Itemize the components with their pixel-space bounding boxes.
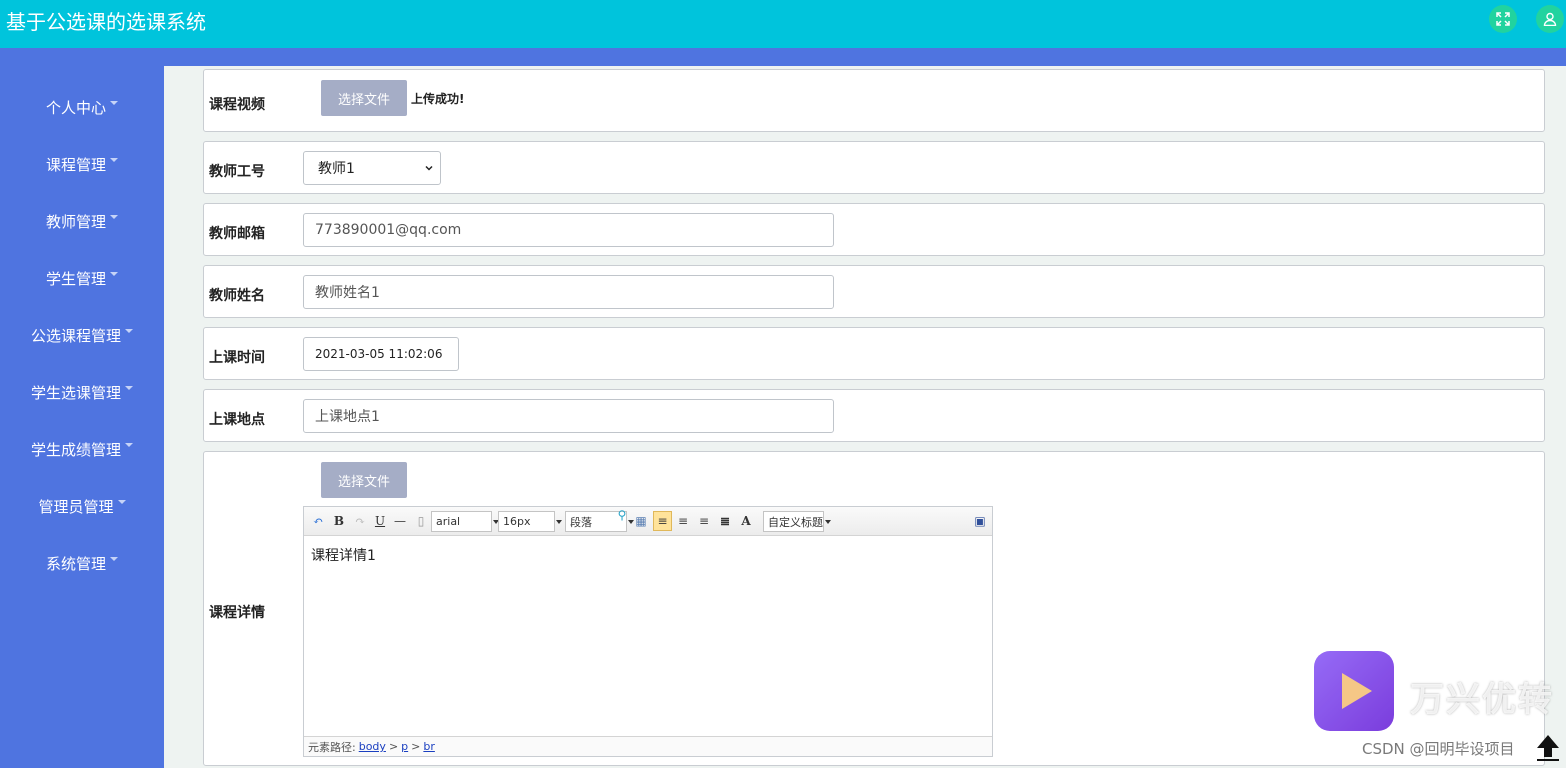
- play-icon: [1342, 673, 1372, 709]
- fullscreen-icon: [1496, 12, 1510, 26]
- back-to-top-icon[interactable]: [1534, 732, 1562, 762]
- font-size-select[interactable]: 16px: [498, 511, 562, 532]
- form-row-class-place: 上课地点 上课地点1: [203, 389, 1545, 442]
- font-size-value: 16px: [503, 515, 531, 528]
- sidebar-item-course-management[interactable]: 课程管理: [0, 144, 164, 184]
- path-link-p[interactable]: p: [401, 740, 408, 753]
- caret-down-icon: [125, 329, 133, 333]
- user-icon: [1543, 12, 1557, 26]
- sidebar-item-label: 教师管理: [45, 212, 106, 231]
- class-time-input[interactable]: 2021-03-05 11:02:06: [303, 337, 459, 371]
- align-justify-icon[interactable]: ≣: [717, 513, 733, 529]
- teacher-id-selected: 教师1: [318, 161, 355, 177]
- editor-element-path: 元素路径: body > p > br: [304, 736, 992, 756]
- underline-icon[interactable]: U: [372, 513, 388, 529]
- path-link-body[interactable]: body: [359, 740, 386, 753]
- caret-down-icon: [125, 443, 133, 447]
- sidebar-item-label: 课程管理: [45, 155, 106, 174]
- editor-content[interactable]: 课程详情1: [311, 545, 376, 565]
- class-time-label: 上课时间: [209, 350, 265, 366]
- sidebar-item-label: 个人中心: [45, 98, 106, 117]
- sidebar-item-student-management[interactable]: 学生管理: [0, 258, 164, 298]
- horizontal-rule-icon[interactable]: —: [392, 513, 408, 529]
- course-video-label: 课程视频: [209, 97, 265, 113]
- dropdown-arrow-icon: [556, 520, 562, 524]
- teacher-id-select[interactable]: 教师1: [303, 151, 441, 185]
- watermark-brand: 万兴优转: [1410, 680, 1554, 720]
- caret-down-icon: [125, 386, 133, 390]
- caret-down-icon: [110, 272, 118, 276]
- form-row-teacher-email: 教师邮箱 773890001@qq.com: [203, 203, 1545, 256]
- app-title: 基于公选课的选课系统: [6, 10, 206, 34]
- sidebar-item-label: 公选课程管理: [30, 326, 121, 345]
- search-replace-icon[interactable]: ⚲: [614, 507, 630, 523]
- watermark-logo: [1314, 651, 1394, 731]
- align-center-icon[interactable]: ≡: [696, 513, 712, 529]
- sidebar-item-label: 管理员管理: [38, 497, 114, 516]
- align-left-icon[interactable]: ≡: [653, 511, 672, 531]
- sidebar-item-label: 学生管理: [45, 269, 106, 288]
- sidebar-item-system-management[interactable]: 系统管理: [0, 543, 164, 583]
- user-button[interactable]: [1536, 5, 1564, 33]
- paragraph-value: 段落: [570, 515, 592, 529]
- font-family-value: arial: [436, 515, 461, 528]
- form-row-class-time: 上课时间 2021-03-05 11:02:06: [203, 327, 1545, 380]
- custom-title-value: 自定义标题: [768, 515, 823, 529]
- class-place-label: 上课地点: [209, 412, 265, 428]
- fullscreen-button[interactable]: [1489, 5, 1517, 33]
- upload-status: 上传成功!: [411, 92, 465, 106]
- table-icon[interactable]: ▦: [633, 513, 649, 529]
- element-path-label: 元素路径:: [308, 740, 356, 754]
- video-file-button[interactable]: 选择文件: [321, 80, 407, 116]
- font-color-icon[interactable]: A: [738, 513, 754, 529]
- sidebar-item-elective-course-management[interactable]: 公选课程管理: [0, 315, 164, 355]
- sidebar: 个人中心 课程管理 教师管理 学生管理 公选课程管理 学生选课管理 学生成绩管理…: [0, 48, 164, 768]
- rich-text-editor: ↶ B ↷ U — ▯ arial 16px 段落 ⚲ ▦ ≡ ≡ ≡ ≣ A …: [303, 506, 993, 757]
- teacher-name-label: 教师姓名: [209, 288, 265, 304]
- content-header-strip: [164, 48, 1566, 66]
- teacher-email-input[interactable]: 773890001@qq.com: [303, 213, 834, 247]
- form-row-course-video: 课程视频 选择文件 上传成功!: [203, 69, 1545, 132]
- redo-icon[interactable]: ↷: [352, 513, 368, 529]
- form-row-teacher-name: 教师姓名 教师姓名1: [203, 265, 1545, 318]
- page-icon[interactable]: ▯: [413, 513, 429, 529]
- sidebar-item-label: 系统管理: [45, 554, 106, 573]
- details-file-button[interactable]: 选择文件: [321, 462, 407, 498]
- caret-down-icon: [110, 215, 118, 219]
- path-separator: >: [388, 740, 399, 753]
- font-family-select[interactable]: arial: [431, 511, 499, 532]
- sidebar-item-personal-center[interactable]: 个人中心: [0, 87, 164, 127]
- caret-down-icon: [117, 500, 126, 504]
- teacher-name-input[interactable]: 教师姓名1: [303, 275, 834, 309]
- caret-down-icon: [110, 557, 118, 561]
- align-right-icon[interactable]: ≡: [675, 513, 691, 529]
- sidebar-item-course-selection-management[interactable]: 学生选课管理: [0, 372, 164, 412]
- sidebar-item-grade-management[interactable]: 学生成绩管理: [0, 429, 164, 469]
- watermark-credit: CSDN @回明毕设项目: [1362, 740, 1515, 758]
- editor-toolbar: ↶ B ↷ U — ▯ arial 16px 段落 ⚲ ▦ ≡ ≡ ≡ ≣ A …: [304, 507, 992, 536]
- undo-icon[interactable]: ↶: [310, 513, 326, 529]
- caret-down-icon: [110, 101, 118, 105]
- teacher-email-label: 教师邮箱: [209, 226, 265, 242]
- chevron-down-icon: [425, 165, 433, 171]
- top-bar: 基于公选课的选课系统: [0, 0, 1566, 48]
- fullscreen-editor-icon[interactable]: ▣: [972, 513, 988, 529]
- custom-title-select[interactable]: 自定义标题: [763, 511, 831, 532]
- form-row-teacher-id: 教师工号 教师1: [203, 141, 1545, 194]
- path-link-br[interactable]: br: [423, 740, 435, 753]
- caret-down-icon: [110, 158, 118, 162]
- dropdown-arrow-icon: [825, 520, 831, 524]
- course-details-label: 课程详情: [209, 605, 265, 621]
- sidebar-item-teacher-management[interactable]: 教师管理: [0, 201, 164, 241]
- class-place-input[interactable]: 上课地点1: [303, 399, 834, 433]
- sidebar-item-label: 学生选课管理: [30, 383, 121, 402]
- teacher-id-label: 教师工号: [209, 164, 265, 180]
- path-separator: >: [411, 740, 421, 753]
- bold-icon[interactable]: B: [331, 513, 347, 529]
- sidebar-item-label: 学生成绩管理: [30, 440, 121, 459]
- sidebar-item-admin-management[interactable]: 管理员管理: [0, 486, 164, 526]
